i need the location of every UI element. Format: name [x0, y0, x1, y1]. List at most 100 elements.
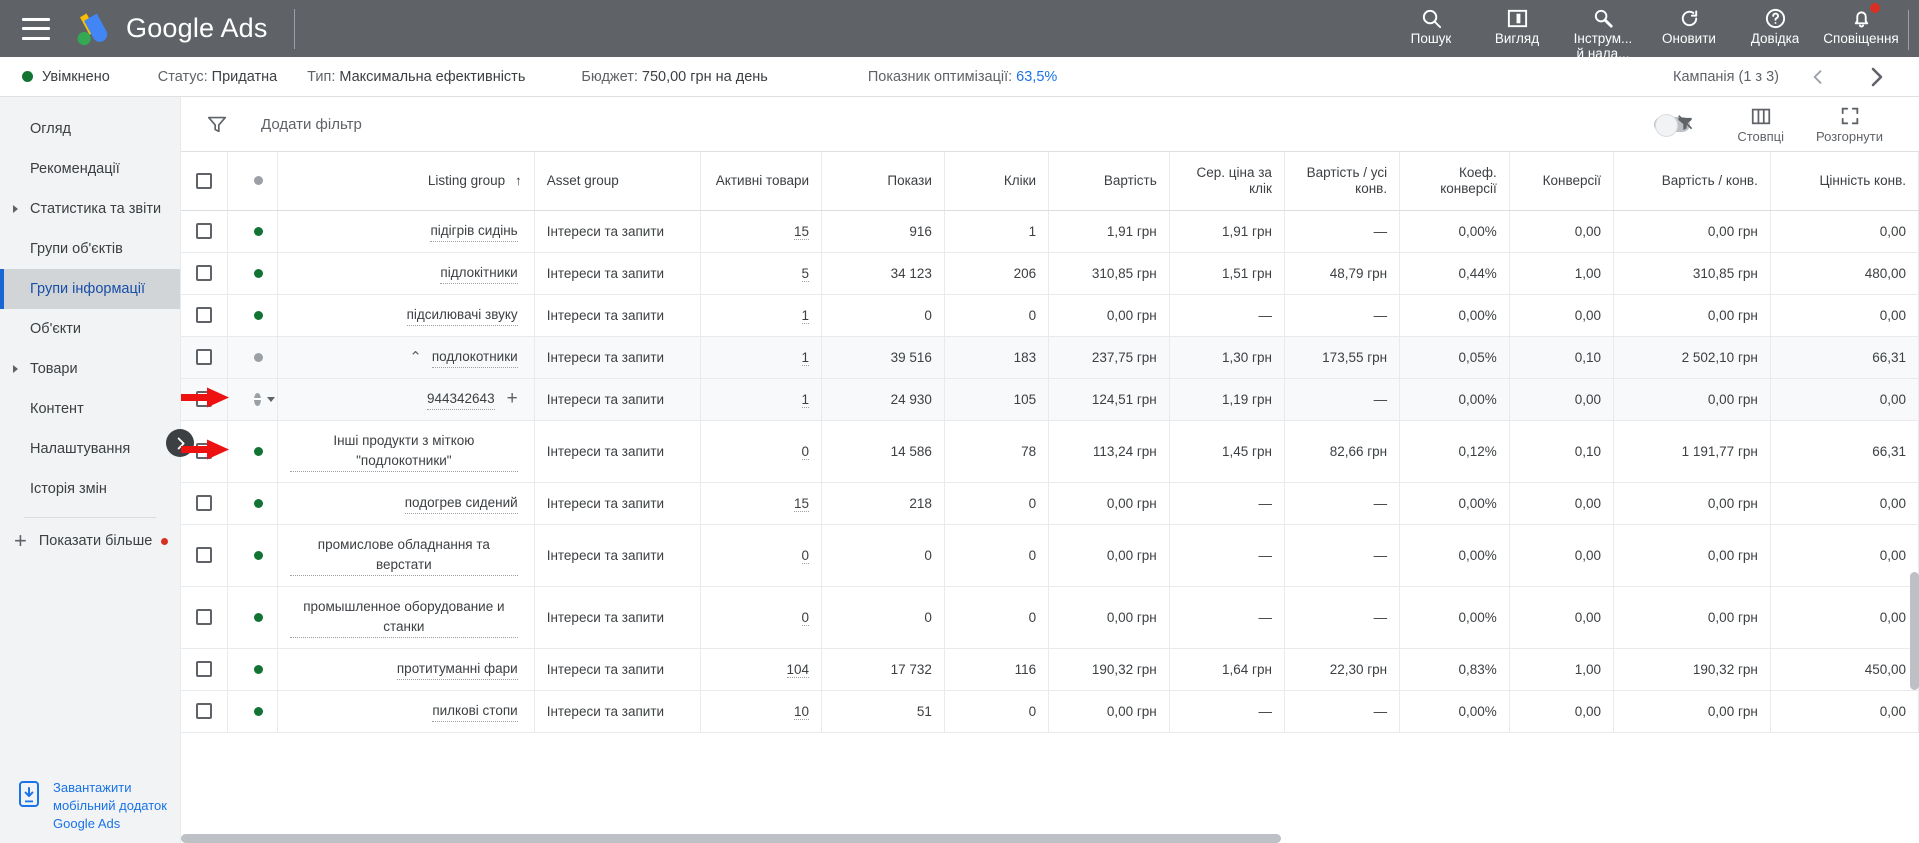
row-status-cell[interactable] [227, 648, 279, 691]
select-all-checkbox[interactable] [195, 172, 212, 189]
listing-group-cell[interactable]: підлокітники [277, 252, 535, 295]
listing-group-link[interactable]: підсилювачі звуку [406, 305, 518, 326]
header-conv-rate[interactable]: Коеф. конверсії [1399, 152, 1510, 211]
table-row[interactable]: пилкові стопи Інтереси та запити 10 51 0 0,00… [181, 690, 1919, 733]
row-checkbox[interactable] [195, 307, 212, 324]
header-active-items[interactable]: Активні товари [700, 152, 823, 211]
table-row[interactable]: ⌃ подлокотники Інтереси та запити 1 39 516 18… [181, 336, 1919, 379]
listing-group-link[interactable]: протитуманні фари [396, 659, 518, 680]
active-items-link[interactable]: 0 [801, 547, 810, 564]
listing-group-link[interactable]: подлокотники [431, 347, 518, 368]
active-items-cell[interactable]: 15 [700, 210, 823, 253]
expand-button[interactable]: Розгорнути [1800, 103, 1899, 145]
table-row[interactable]: подогрев сидений Інтереси та запити 15 218 0… [181, 482, 1919, 525]
hamburger-menu-icon[interactable] [22, 17, 50, 40]
sidebar-item-8[interactable]: Налаштування [0, 429, 180, 469]
chevron-left-icon[interactable] [1801, 60, 1835, 94]
listing-group-link[interactable]: підігрів сидінь [430, 221, 518, 242]
active-items-cell[interactable]: 5 [700, 252, 823, 295]
row-select-cell[interactable] [181, 378, 229, 421]
row-checkbox[interactable] [195, 609, 212, 626]
row-select-cell[interactable] [181, 648, 228, 691]
active-items-link[interactable]: 0 [801, 609, 810, 626]
add-subdivision-icon[interactable]: + [507, 389, 518, 408]
sidebar-item-7[interactable]: Контент [0, 389, 180, 429]
header-cost-all-conv[interactable]: Вартість / усі конв. [1284, 152, 1401, 211]
listing-group-link[interactable]: подогрев сидений [404, 493, 518, 514]
active-items-link[interactable]: 10 [794, 703, 810, 720]
row-status-cell[interactable] [227, 690, 279, 733]
active-items-cell[interactable]: 1 [700, 294, 823, 337]
sidebar-item-9[interactable]: Історія змін [0, 469, 180, 509]
header-impressions[interactable]: Покази [821, 152, 945, 211]
listing-group-link[interactable]: Інші продукти з міткою "подлокотники" [290, 431, 518, 472]
help-button[interactable]: Довідка [1732, 3, 1818, 46]
table-row[interactable]: промышленное оборудование и станки Інтере… [181, 586, 1919, 649]
active-items-link[interactable]: 1 [801, 307, 810, 324]
chart-toggle[interactable] [1654, 112, 1695, 137]
chevron-down-icon[interactable] [266, 396, 275, 402]
row-checkbox[interactable] [195, 495, 212, 512]
header-conversions[interactable]: Конверсії [1509, 152, 1615, 211]
active-items-link[interactable]: 1 [801, 349, 810, 366]
columns-button[interactable]: Стовпці [1721, 103, 1800, 145]
header-select-all[interactable] [181, 152, 228, 211]
row-status-cell[interactable] [227, 336, 279, 379]
tools-settings-button[interactable]: Інструм... й нала... [1560, 3, 1646, 61]
chevron-right-icon[interactable] [1859, 60, 1893, 94]
listing-group-cell[interactable]: подогрев сидений [277, 482, 535, 525]
listing-group-cell[interactable]: підсилювачі звуку [277, 294, 535, 337]
row-status-cell[interactable] [227, 586, 279, 649]
sidebar-show-more-button[interactable]: + Показати більше [0, 518, 180, 560]
sidebar-item-6[interactable]: Товари [0, 349, 180, 389]
listing-group-link[interactable]: промислове обладнання та верстати [290, 535, 518, 576]
row-status-cell[interactable] [227, 524, 279, 587]
active-items-cell[interactable]: 0 [700, 524, 823, 587]
listing-group-cell[interactable]: протитуманні фари [277, 648, 535, 691]
sidebar-item-0[interactable]: Огляд [0, 109, 180, 149]
row-select-cell[interactable] [181, 252, 228, 295]
header-listing-group[interactable]: Listing group ↑ [277, 152, 535, 211]
active-items-cell[interactable]: 0 [700, 420, 823, 483]
active-items-cell[interactable]: 1 [700, 336, 823, 379]
table-scroll-area[interactable]: Listing group ↑ Asset group Активні това… [181, 152, 1919, 843]
row-checkbox[interactable] [195, 265, 212, 282]
table-row[interactable]: підсилювачі звуку Інтереси та запити 1 0 0 0,… [181, 294, 1919, 337]
row-status-cell[interactable] [227, 378, 279, 421]
row-checkbox[interactable] [195, 223, 212, 240]
row-checkbox[interactable] [195, 443, 212, 460]
download-mobile-app-link[interactable]: Завантажити мобільний додаток Google Ads [0, 779, 181, 833]
header-cost-per-conv[interactable]: Вартість / конв. [1613, 152, 1771, 211]
table-row[interactable]: протитуманні фари Інтереси та запити 104 17… [181, 648, 1919, 691]
row-checkbox[interactable] [195, 391, 212, 408]
header-clicks[interactable]: Кліки [944, 152, 1050, 211]
listing-group-cell[interactable]: ⌃ подлокотники [277, 336, 535, 379]
row-checkbox[interactable] [195, 547, 212, 564]
sidebar-collapse-toggle[interactable] [166, 429, 194, 457]
listing-group-cell[interactable]: Інші продукти з міткою "подлокотники" [277, 420, 535, 483]
listing-group-cell[interactable]: промислове обладнання та верстати [277, 524, 535, 587]
sidebar-item-4[interactable]: Групи інформації [0, 269, 180, 309]
active-items-cell[interactable]: 1 [700, 378, 823, 421]
listing-group-link[interactable]: промышленное оборудование и станки [290, 597, 518, 638]
row-select-cell[interactable] [181, 524, 228, 587]
row-checkbox[interactable] [195, 703, 212, 720]
active-items-link[interactable]: 1 [801, 391, 810, 408]
row-select-cell[interactable] [181, 336, 228, 379]
listing-group-link[interactable]: 944342643 [427, 389, 495, 410]
row-status-cell[interactable] [227, 252, 279, 295]
active-items-cell[interactable]: 104 [700, 648, 823, 691]
active-items-link[interactable]: 5 [801, 265, 810, 282]
row-checkbox[interactable] [195, 349, 212, 366]
table-row[interactable]: Інші продукти з міткою "подлокотники" Інт… [181, 420, 1919, 483]
row-select-cell[interactable] [181, 586, 228, 649]
header-asset-group[interactable]: Asset group [534, 152, 702, 211]
active-items-link[interactable]: 0 [801, 443, 810, 460]
sidebar-item-2[interactable]: Статистика та звіти [0, 189, 180, 229]
optscore-value[interactable]: 63,5% [1016, 69, 1057, 85]
listing-group-link[interactable]: пилкові стопи [432, 701, 518, 722]
row-status-cell[interactable] [227, 420, 279, 483]
active-items-link[interactable]: 15 [794, 223, 810, 240]
header-avg-cpc[interactable]: Сер. ціна за клік [1169, 152, 1285, 211]
collapse-node-icon[interactable]: ⌃ [409, 348, 422, 366]
